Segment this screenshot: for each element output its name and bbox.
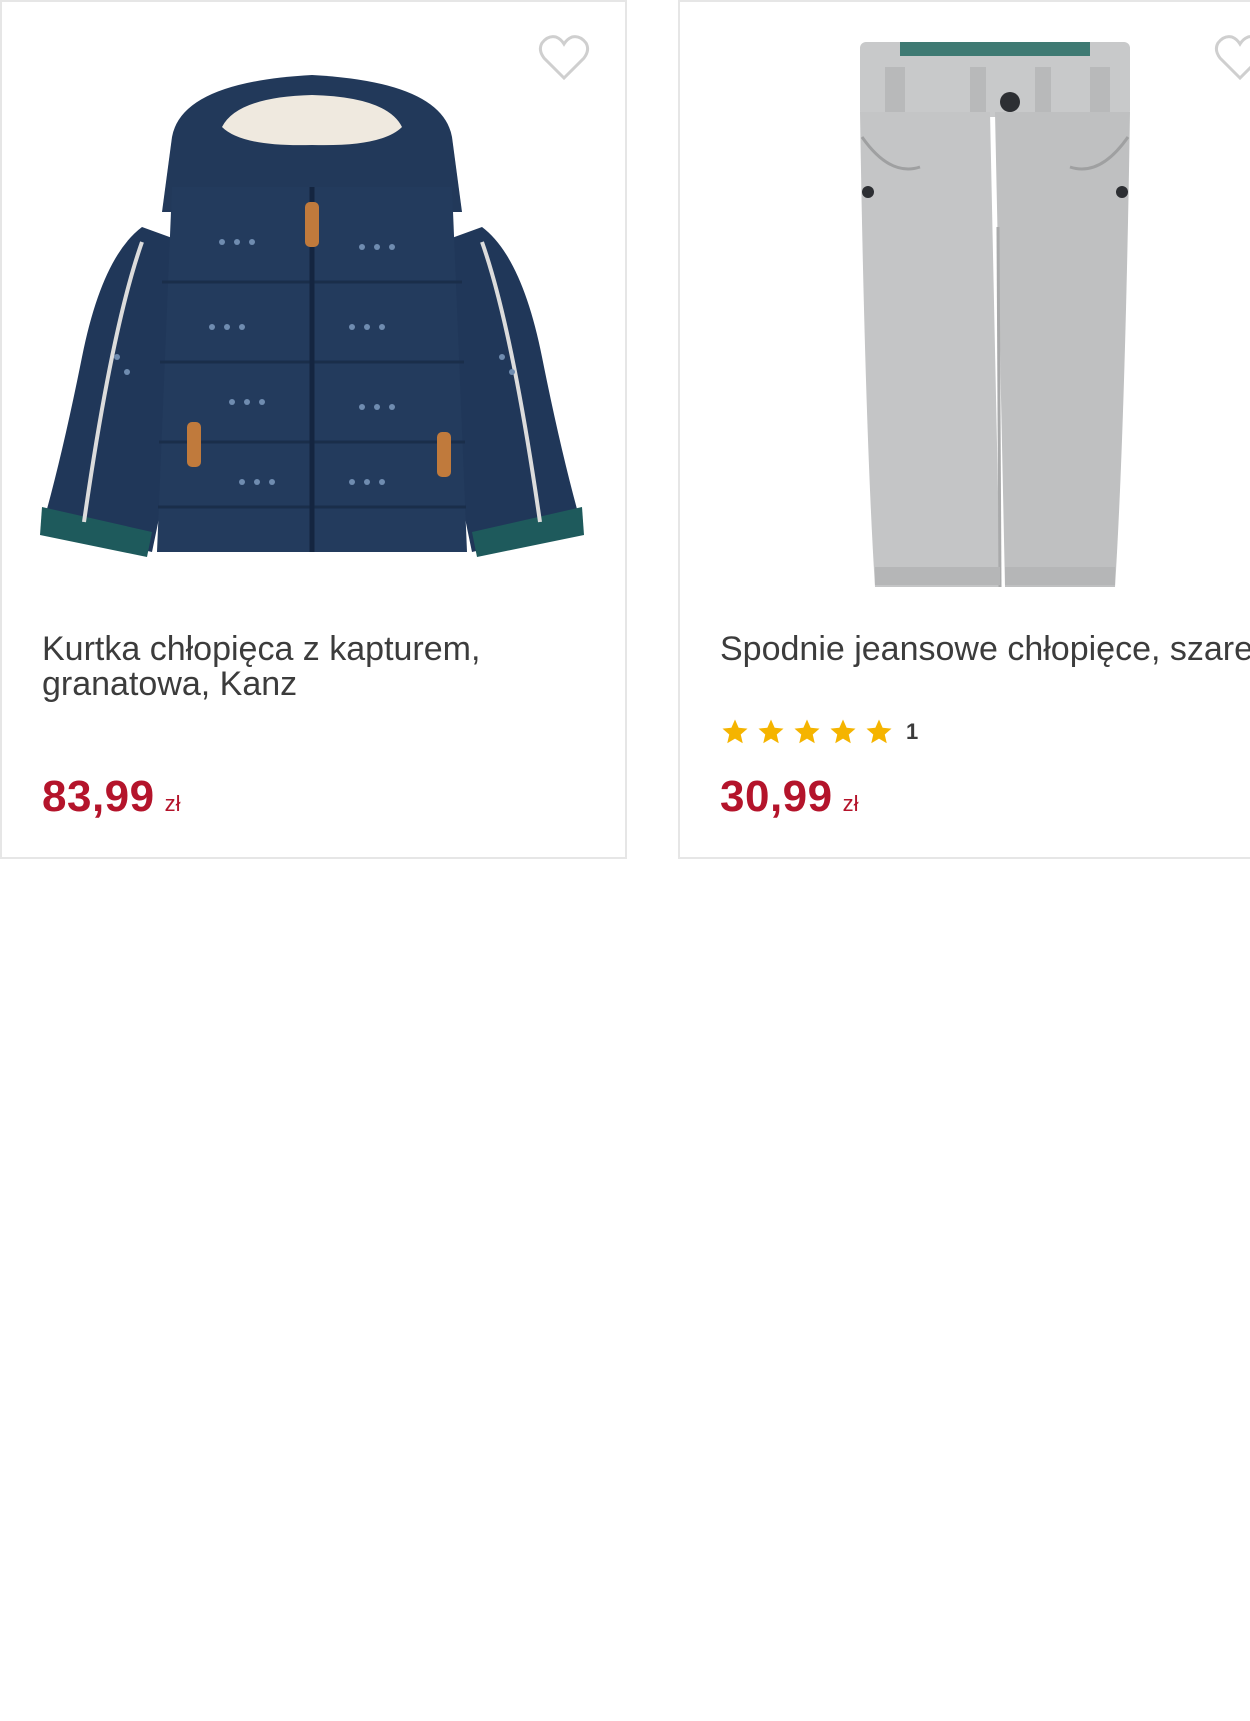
price-currency: zł (164, 791, 181, 816)
product-price: 83,99 zł (42, 772, 181, 822)
product-price: 30,99 zł (720, 772, 859, 822)
product-rating: 1 (720, 714, 918, 750)
rating-count: 1 (906, 719, 919, 744)
star-icon (758, 719, 784, 744)
product-grid-page: Kurtka chłopięca z kapturem, granatowa, … (0, 0, 1250, 1721)
price-currency: zł (842, 791, 859, 816)
heart-outline-icon[interactable] (536, 32, 592, 82)
product-card[interactable]: Spodnie jeansowe chłopięce, szare, Kanz … (678, 0, 1250, 859)
star-icon (830, 719, 856, 744)
price-value: 30,99 (720, 772, 833, 821)
product-title[interactable]: Spodnie jeansowe chłopięce, szare, Kanz (720, 632, 1250, 667)
product-card[interactable]: Kurtka chłopięca z kapturem, granatowa, … (0, 0, 627, 859)
jeans-image[interactable] (790, 27, 1170, 587)
product-title[interactable]: Kurtka chłopięca z kapturem, granatowa, … (42, 632, 582, 702)
price-value: 83,99 (42, 772, 155, 821)
star-icon (722, 719, 748, 744)
heart-outline-icon[interactable] (1212, 32, 1250, 82)
star-icon (794, 719, 820, 744)
jacket-image[interactable] (22, 27, 602, 587)
star-icon (866, 719, 892, 744)
